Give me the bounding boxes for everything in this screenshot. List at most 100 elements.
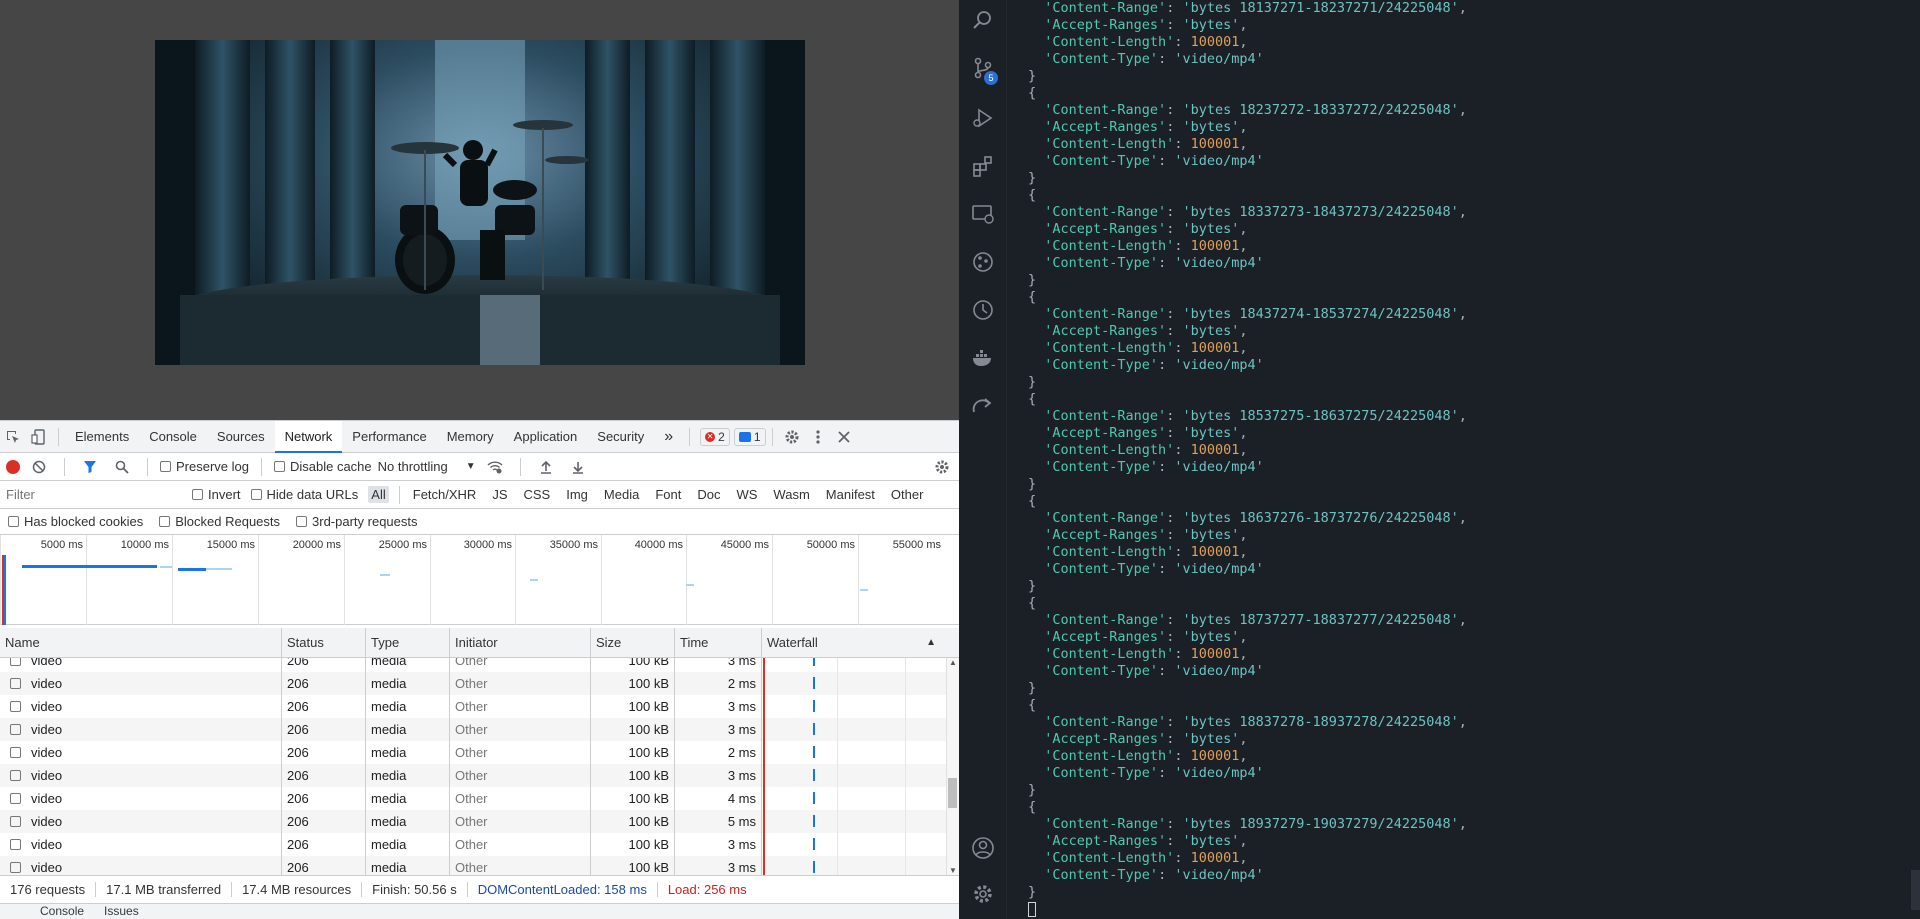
device-toolbar-icon[interactable] <box>26 424 52 450</box>
export-har-icon[interactable] <box>565 454 591 480</box>
manage-gear-icon[interactable] <box>971 882 995 906</box>
row-checkbox[interactable] <box>10 770 21 781</box>
tab-network[interactable]: Network <box>274 420 343 453</box>
type-filter-doc[interactable]: Doc <box>694 486 723 503</box>
kebab-menu-icon[interactable] <box>805 424 831 450</box>
remote-explorer-icon[interactable] <box>971 202 995 226</box>
network-conditions-icon[interactable] <box>482 454 508 480</box>
clear-icon[interactable] <box>26 454 52 480</box>
network-overview-timeline[interactable]: 5000 ms 10000 ms 15000 ms 20000 ms 25000… <box>0 535 959 625</box>
error-count-badge[interactable]: ✕ 2 <box>700 427 730 446</box>
third-party-requests-checkbox[interactable]: 3rd-party requests <box>296 514 418 529</box>
cell-name[interactable]: video <box>0 658 282 672</box>
table-row[interactable]: video 206 media Other 100 kB 2 ms <box>0 672 959 695</box>
filter-input[interactable] <box>6 484 182 505</box>
settings-gear-icon[interactable] <box>779 424 805 450</box>
row-checkbox[interactable] <box>10 862 21 873</box>
blocked-requests-checkbox[interactable]: Blocked Requests <box>159 514 280 529</box>
account-icon[interactable] <box>971 836 995 860</box>
hide-data-urls-checkbox[interactable]: Hide data URLs <box>250 487 358 502</box>
close-devtools-icon[interactable] <box>831 424 857 450</box>
row-checkbox[interactable] <box>10 724 21 735</box>
column-header-waterfall[interactable]: Waterfall ▲ <box>762 628 941 657</box>
type-filter-css[interactable]: CSS <box>521 486 554 503</box>
row-checkbox[interactable] <box>10 793 21 804</box>
table-row[interactable]: video 206 media Other 100 kB 2 ms <box>0 741 959 764</box>
git-graph-icon[interactable] <box>971 250 995 274</box>
run-debug-icon[interactable] <box>971 106 995 130</box>
row-checkbox[interactable] <box>10 839 21 850</box>
checkbox-box[interactable] <box>192 489 203 500</box>
checkbox-box[interactable] <box>160 461 171 472</box>
type-filter-other[interactable]: Other <box>888 486 927 503</box>
network-settings-gear-icon[interactable] <box>929 454 955 480</box>
cell-name[interactable]: video <box>0 695 282 718</box>
tab-console[interactable]: Console <box>139 421 207 453</box>
extensions-icon[interactable] <box>971 154 995 178</box>
disable-cache-checkbox[interactable]: Disable cache <box>273 459 372 474</box>
row-checkbox[interactable] <box>10 658 21 666</box>
type-filter-ws[interactable]: WS <box>733 486 760 503</box>
type-filter-media[interactable]: Media <box>601 486 642 503</box>
scroll-up-icon[interactable]: ▲ <box>949 658 957 667</box>
cell-name[interactable]: video <box>0 672 282 695</box>
docker-icon[interactable] <box>971 346 995 370</box>
terminal-output[interactable]: 'Content-Range': 'bytes 18137271-1823727… <box>1028 0 1908 919</box>
type-filter-fetch-xhr[interactable]: Fetch/XHR <box>410 486 480 503</box>
checkbox-box[interactable] <box>250 489 262 500</box>
tab-security[interactable]: Security <box>587 421 654 453</box>
live-share-icon[interactable] <box>971 394 995 418</box>
cell-name[interactable]: video <box>0 787 282 810</box>
type-filter-manifest[interactable]: Manifest <box>823 486 878 503</box>
more-tabs-button[interactable]: » <box>654 421 683 453</box>
table-row[interactable]: video 206 media Other 100 kB 3 ms <box>0 718 959 741</box>
column-header-size[interactable]: Size <box>591 628 675 657</box>
checkbox-box[interactable] <box>8 516 19 527</box>
checkbox-box[interactable] <box>273 461 285 472</box>
drawer-tab-issues[interactable]: Issues <box>104 904 139 919</box>
table-row[interactable]: video 206 media Other 100 kB 3 ms <box>0 833 959 856</box>
cell-name[interactable]: video <box>0 810 282 833</box>
table-row[interactable]: video 206 media Other 100 kB 3 ms <box>0 658 959 672</box>
throttling-select[interactable]: No throttling ▼ <box>378 459 476 474</box>
table-scroll-thumb[interactable] <box>948 778 957 808</box>
cell-name[interactable]: video <box>0 833 282 856</box>
has-blocked-cookies-checkbox[interactable]: Has blocked cookies <box>8 514 143 529</box>
search-icon[interactable] <box>971 8 995 32</box>
filter-funnel-icon[interactable] <box>77 454 103 480</box>
table-row[interactable]: video 206 media Other 100 kB 3 ms <box>0 764 959 787</box>
scroll-down-icon[interactable]: ▼ <box>949 866 957 875</box>
type-filter-all[interactable]: All <box>368 486 389 503</box>
column-header-type[interactable]: Type <box>366 628 450 657</box>
inspect-element-icon[interactable] <box>0 424 26 450</box>
timeline-icon[interactable] <box>971 298 995 322</box>
table-row[interactable]: video 206 media Other 100 kB 3 ms <box>0 856 959 875</box>
table-row[interactable]: video 206 media Other 100 kB 4 ms <box>0 787 959 810</box>
tab-performance[interactable]: Performance <box>342 421 436 453</box>
search-icon[interactable] <box>109 454 135 480</box>
drawer-tab-console[interactable]: Console <box>40 904 84 919</box>
tab-elements[interactable]: Elements <box>65 421 139 453</box>
type-filter-font[interactable]: Font <box>652 486 684 503</box>
table-row[interactable]: video 206 media Other 100 kB 3 ms <box>0 695 959 718</box>
tab-memory[interactable]: Memory <box>437 421 504 453</box>
import-har-icon[interactable] <box>533 454 559 480</box>
checkbox-box[interactable] <box>296 516 308 527</box>
column-header-name[interactable]: Name <box>0 628 282 657</box>
type-filter-img[interactable]: Img <box>563 486 591 503</box>
video-player[interactable] <box>155 40 805 365</box>
cell-name[interactable]: video <box>0 764 282 787</box>
editor-scrollbar[interactable] <box>1911 870 1920 910</box>
table-scrollbar[interactable]: ▲ ▼ <box>946 658 959 875</box>
checkbox-box[interactable] <box>159 516 171 527</box>
invert-checkbox[interactable]: Invert <box>192 487 241 502</box>
row-checkbox[interactable] <box>10 816 21 827</box>
preserve-log-checkbox[interactable]: Preserve log <box>160 459 249 474</box>
cell-name[interactable]: video <box>0 718 282 741</box>
row-checkbox[interactable] <box>10 678 21 689</box>
message-count-badge[interactable]: 1 <box>733 427 766 446</box>
column-header-initiator[interactable]: Initiator <box>450 628 591 657</box>
cell-name[interactable]: video <box>0 741 282 764</box>
table-row[interactable]: video 206 media Other 100 kB 5 ms <box>0 810 959 833</box>
tab-sources[interactable]: Sources <box>207 421 275 453</box>
